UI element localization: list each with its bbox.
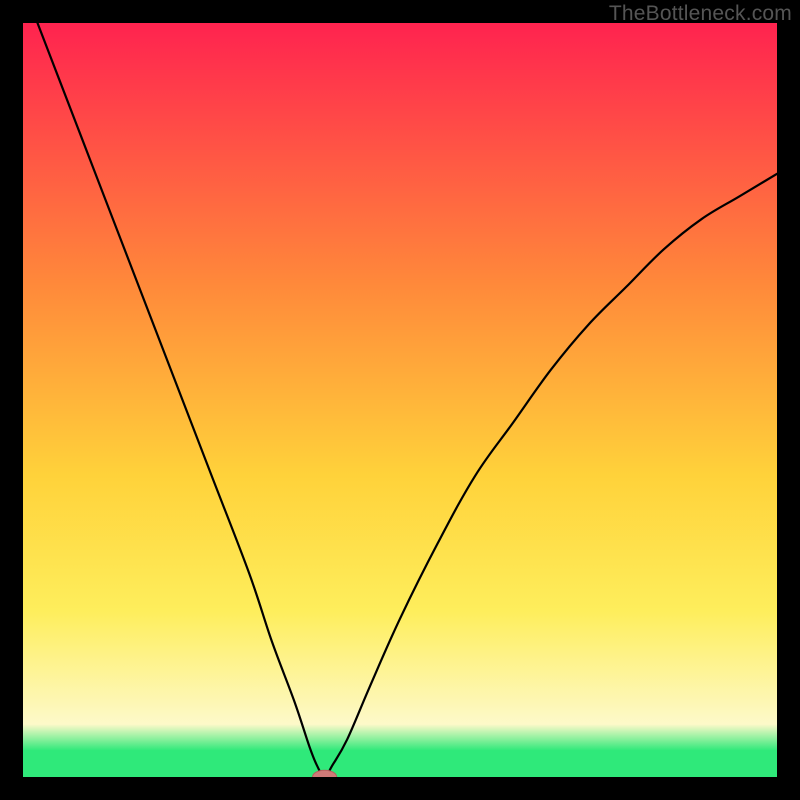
bottleneck-chart (23, 23, 777, 777)
chart-frame (23, 23, 777, 777)
gradient-background (23, 23, 777, 777)
